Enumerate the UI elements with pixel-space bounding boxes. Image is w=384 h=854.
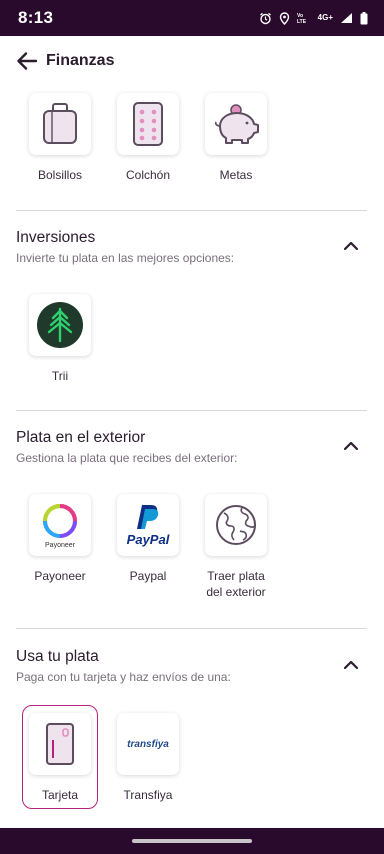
- section-divider: [16, 628, 367, 629]
- tile-label: Colchón: [125, 168, 171, 182]
- tile-icon-box: [205, 93, 267, 155]
- tile-icon-box: PayPal: [117, 494, 179, 556]
- tile-icon-box: [29, 713, 91, 775]
- tile-label: Payoneer: [34, 569, 86, 583]
- payoneer-logo-text: Payoneer: [45, 541, 75, 549]
- arrow-left-icon: [17, 52, 38, 70]
- chevron-up-icon: [343, 660, 359, 670]
- collapse-button[interactable]: [340, 235, 362, 257]
- system-nav-bar: [0, 828, 384, 854]
- tile-icon-box: [29, 294, 91, 356]
- tile-icon-box: [29, 93, 91, 155]
- tile-label: Metas: [219, 168, 253, 182]
- tile-label: Transfiya: [123, 788, 173, 802]
- section-title: Plata en el exterior: [16, 429, 146, 446]
- tile-payoneer[interactable]: Payoneer Payoneer: [16, 494, 104, 584]
- volte-icon: Vo LTE: [297, 12, 311, 24]
- tile-label: Paypal: [129, 569, 167, 583]
- section-usa-tu-plata: Usa tu plata Paga con tu tarjeta y haz e…: [16, 648, 368, 684]
- section-plata-exterior: Plata en el exterior Gestiona la plata q…: [16, 429, 368, 465]
- section-subtitle: Paga con tu tarjeta y haz envíos de una:: [16, 670, 231, 684]
- back-button[interactable]: [14, 48, 40, 74]
- trii-logo: [37, 302, 83, 348]
- network-type: 4G+: [317, 13, 333, 22]
- tile-traer-plata[interactable]: Traer plata del exterior: [192, 494, 280, 600]
- section-inversiones: Inversiones Invierte tu plata en las mej…: [16, 229, 368, 265]
- tile-label: Traer plata del exterior: [206, 569, 266, 599]
- globe-icon: [216, 505, 256, 545]
- location-icon: [279, 11, 290, 25]
- section-title: Usa tu plata: [16, 648, 99, 665]
- status-time: 8:13: [18, 8, 54, 27]
- transfiya-logo: transfiya: [127, 738, 169, 750]
- tile-paypal[interactable]: PayPal Paypal: [104, 494, 192, 584]
- collapse-button[interactable]: [340, 435, 362, 457]
- paypal-logo-text: PayPal: [126, 532, 170, 547]
- status-bar: 8:13 Vo LTE 4G+: [0, 0, 384, 36]
- tile-icon-box: transfiya: [117, 713, 179, 775]
- card-icon: [46, 723, 74, 765]
- paypal-logo: [137, 505, 159, 529]
- tile-transfiya[interactable]: transfiya Transfiya: [104, 713, 192, 803]
- collapse-button[interactable]: [340, 654, 362, 676]
- tile-label: Bolsillos: [37, 168, 82, 182]
- tile-label: Trii: [51, 369, 69, 383]
- section-subtitle: Invierte tu plata en las mejores opcione…: [16, 251, 235, 265]
- home-gesture-handle[interactable]: [132, 839, 252, 843]
- chevron-up-icon: [343, 241, 359, 251]
- payoneer-logo: [43, 503, 77, 538]
- chevron-up-icon: [343, 441, 359, 451]
- page-title: Finanzas: [46, 52, 115, 69]
- tile-trii[interactable]: Trii: [16, 294, 104, 384]
- tile-bolsillos[interactable]: Bolsillos: [16, 93, 104, 183]
- tile-icon-box: Payoneer: [29, 494, 91, 556]
- tile-icon-box: [205, 494, 267, 556]
- tile-colchon[interactable]: Colchón: [104, 93, 192, 183]
- section-divider: [16, 410, 367, 411]
- tile-label: Tarjeta: [41, 788, 79, 802]
- section-divider: [16, 210, 367, 211]
- section-title: Inversiones: [16, 229, 96, 246]
- tile-tarjeta[interactable]: Tarjeta: [16, 713, 104, 803]
- alarm-icon: [259, 12, 272, 25]
- status-icons: Vo LTE 4G+: [259, 11, 368, 25]
- battery-icon: [360, 11, 368, 25]
- piggy-bank-icon: [214, 104, 259, 144]
- tile-metas[interactable]: Metas: [192, 93, 280, 183]
- svg-text:LTE: LTE: [297, 19, 307, 24]
- app-header: Finanzas: [0, 36, 384, 86]
- tile-icon-box: [117, 93, 179, 155]
- section-subtitle: Gestiona la plata que recibes del exteri…: [16, 451, 238, 465]
- wallet-icon: [43, 103, 77, 144]
- mattress-icon: [133, 102, 163, 146]
- signal-icon: [340, 12, 353, 24]
